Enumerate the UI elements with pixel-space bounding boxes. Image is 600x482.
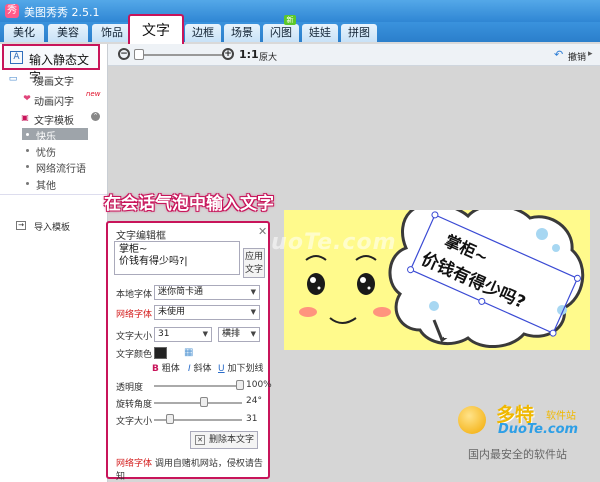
tab-flash[interactable]: 闪图: [263, 24, 299, 42]
web-font-select[interactable]: 未使用 ▼: [154, 305, 260, 320]
text-color-label: 文字颜色: [116, 350, 153, 360]
divider: [0, 194, 107, 195]
italic-toggle[interactable]: I 斜体: [188, 361, 212, 374]
zoom-out-icon[interactable]: −: [118, 48, 130, 60]
new-label: new: [86, 90, 101, 98]
tab-frame[interactable]: 边框: [185, 24, 221, 42]
zoom-slider-track[interactable]: [136, 54, 224, 56]
apply-text-button[interactable]: 应用文字: [243, 248, 265, 278]
tab-collage[interactable]: 拼图: [341, 24, 377, 42]
opacity-slider-knob[interactable]: [236, 380, 244, 390]
duote-brand-logo: 多特 软件站 DuoTe.com 国内最安全的软件站: [456, 394, 596, 474]
title-bar: 秀 美图秀秀 2.5.1: [0, 0, 600, 22]
zoom-ratio-button[interactable]: 1:1: [239, 48, 259, 61]
rotation-slider[interactable]: [154, 402, 242, 404]
sidebar-item-static-text[interactable]: A 输入静态文字: [2, 44, 100, 84]
local-font-select[interactable]: 迷你简卡通 ▼: [154, 285, 260, 300]
web-font-label: 网络字体: [116, 310, 153, 320]
new-badge: 新: [284, 15, 296, 25]
template-icon: ▣: [21, 113, 29, 122]
local-font-label: 本地字体: [116, 290, 153, 300]
chevron-down-icon: ▼: [202, 330, 208, 338]
bullet-icon: [26, 133, 29, 136]
delete-text-button[interactable]: ✕ 删除本文字: [190, 431, 258, 449]
bold-toggle[interactable]: B 粗体: [152, 361, 180, 374]
sidebar-item-animated-text[interactable]: 动画闪字: [34, 93, 74, 108]
text-input[interactable]: [114, 241, 240, 275]
undo-icon: ↶: [554, 48, 564, 61]
brand-domain: DuoTe.com: [498, 422, 579, 437]
collapse-icon[interactable]: ⌃: [91, 112, 100, 121]
rotation-value: 24°: [246, 396, 262, 406]
undo-button[interactable]: 撤销: [568, 50, 586, 63]
bullet-icon: [26, 149, 29, 152]
text-a-icon: A: [10, 51, 23, 64]
size-label: 文字大小: [116, 417, 153, 427]
app-title: 美图秀秀 2.5.1: [24, 6, 100, 19]
color-picker-icon[interactable]: ▦: [184, 347, 195, 358]
text-editor-panel: 文字编辑框 ✕ 应用文字 本地字体 迷你简卡通 ▼ 网络字体 未使用 ▼ 文字大…: [106, 221, 272, 482]
tab-accessories[interactable]: 饰品: [92, 24, 132, 42]
opacity-slider[interactable]: [154, 385, 242, 387]
main-tab-bar: 美化 美容 饰品 文字 边框 场景 闪图 娃娃 拼图: [0, 14, 600, 44]
sidebar: A 输入静态文字 ▭ 漫画文字 ❤ 动画闪字 new ▣ 文字模板 ⌃ 快乐 忧…: [0, 44, 108, 482]
text-color-swatch[interactable]: [154, 347, 167, 359]
chevron-down-icon: ▼: [250, 288, 256, 296]
tab-doll[interactable]: 娃娃: [302, 24, 338, 42]
close-icon[interactable]: ✕: [258, 225, 267, 238]
sub-item-sad[interactable]: 忧伤: [36, 144, 56, 159]
sub-item-happy[interactable]: 快乐: [36, 128, 56, 143]
heart-icon: ❤: [23, 94, 31, 104]
opacity-label: 透明度: [116, 383, 144, 393]
sidebar-item-text-template[interactable]: 文字模板: [34, 112, 74, 127]
tab-text[interactable]: 文字: [128, 14, 184, 44]
opacity-value: 100%: [246, 380, 272, 390]
import-icon: →: [16, 221, 26, 230]
bullet-icon: [26, 182, 29, 185]
zoom-in-icon[interactable]: +: [222, 48, 234, 60]
app-logo-icon: 秀: [5, 4, 19, 18]
tab-beautify[interactable]: 美化: [4, 24, 44, 42]
size-value: 31: [246, 414, 258, 424]
orientation-select[interactable]: 横排 ▼: [218, 327, 260, 342]
brand-slogan: 国内最安全的软件站: [468, 448, 567, 461]
view-toolbar: − + 1:1 原大 ↶ 撤销 ▸: [108, 44, 600, 66]
sub-item-internet-slang[interactable]: 网络流行语: [36, 160, 86, 175]
font-size-label: 文字大小: [116, 332, 153, 342]
bullet-icon: [26, 165, 29, 168]
font-size-select[interactable]: 31 ▼: [154, 327, 212, 342]
editor-title: 文字编辑框: [116, 231, 166, 242]
footer-note: 网络字体 调用自赌机网站，侵权请告知: [116, 459, 263, 482]
brand-suffix: 软件站: [546, 411, 576, 422]
tab-scene[interactable]: 场景: [224, 24, 260, 42]
import-template-button[interactable]: 导入模板: [34, 220, 70, 233]
size-slider-knob[interactable]: [166, 414, 174, 424]
zoom-slider-knob[interactable]: [134, 49, 144, 60]
sidebar-item-comic-text[interactable]: 漫画文字: [34, 73, 74, 88]
chevron-down-icon: ▼: [250, 308, 256, 316]
delete-icon: ✕: [195, 435, 205, 445]
underline-toggle[interactable]: U 加下划线: [218, 361, 263, 374]
chevron-down-icon: ▼: [250, 330, 256, 338]
rotation-label: 旋转角度: [116, 400, 153, 410]
original-size-label[interactable]: 原大: [259, 50, 277, 63]
tab-beauty[interactable]: 美容: [48, 24, 88, 42]
undo-dropdown-icon[interactable]: ▸: [588, 49, 593, 59]
rotation-slider-knob[interactable]: [200, 397, 208, 407]
comic-text-icon: ▭: [8, 74, 18, 84]
instruction-caption: 在会话气泡中输入文字: [104, 194, 274, 214]
sub-item-other[interactable]: 其他: [36, 177, 56, 192]
duote-logo-icon: [458, 406, 486, 434]
